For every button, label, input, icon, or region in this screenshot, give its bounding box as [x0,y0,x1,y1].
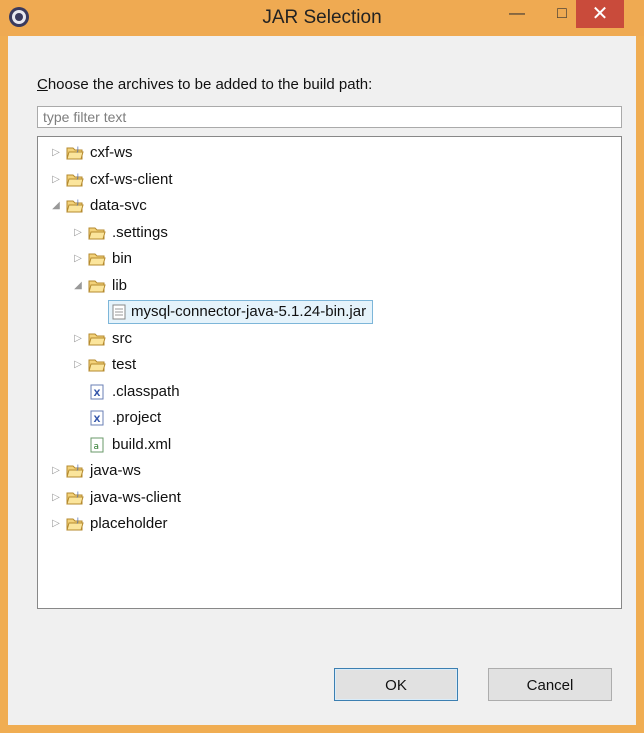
tree-item[interactable]: ▷ Jcxf-ws [50,141,570,165]
project-icon: J [66,198,84,214]
svg-text:a: a [94,442,100,452]
tree-item-label: bin [112,250,133,267]
archive-tree[interactable]: ▷ Jcxf-ws ▷ Jcxf-ws-client ◢ Jdata-svc ▷ .setti… [37,136,622,609]
collapsed-arrow-icon[interactable]: ▷ [72,327,84,351]
tree-item-label: java-ws [90,462,141,479]
close-button[interactable]: ✕ [576,0,624,28]
tree-item[interactable]: ▷ src [72,327,592,351]
folder-icon [88,251,106,267]
collapsed-arrow-icon[interactable]: ▷ [72,353,84,377]
tree-item-label: .classpath [112,382,180,400]
xml-file-icon: X [88,384,106,400]
svg-text:J: J [76,173,79,180]
tree-item[interactable]: ▷ .settings [72,221,592,245]
svg-text:J: J [76,464,79,471]
tree-item-label: mysql-connector-java-5.1.24-bin.jar [108,300,374,324]
project-icon: J [66,145,84,161]
maximize-button[interactable]: □ [548,0,576,28]
folder-icon [88,357,106,373]
collapsed-arrow-icon[interactable]: ▷ [72,247,84,271]
tree-item-label: cxf-ws-client [90,170,173,188]
svg-text:J: J [76,199,79,206]
minimize-button[interactable]: — [503,0,531,28]
tree-item[interactable]: ▷ test [72,353,592,377]
tree-item[interactable]: a build.xml [72,433,592,457]
tree-item-label: .settings [112,223,168,241]
cancel-button[interactable]: Cancel [488,668,612,701]
instruction-label: Choose the archives to be added to the b… [37,76,372,93]
expanded-arrow-icon[interactable]: ◢ [50,194,62,218]
folder-icon [88,225,106,241]
collapsed-arrow-icon[interactable]: ▷ [50,168,62,192]
expanded-arrow-icon[interactable]: ◢ [72,274,84,298]
tree-item[interactable]: ◢ Jdata-svc [50,194,570,218]
ok-button[interactable]: OK [334,668,458,701]
folder-icon [88,278,106,294]
tree-item-label: test [112,356,137,373]
svg-text:X: X [94,415,101,425]
tree-item[interactable]: X .classpath [72,380,592,404]
xml-file-icon: X [88,410,106,426]
ant-file-icon: a [88,437,106,453]
svg-text:J: J [76,491,79,498]
jar-selection-window: JAR Selection — □ ✕ Choose the archives … [0,0,644,733]
tree-item[interactable]: mysql-connector-java-5.1.24-bin.jar [94,300,614,324]
tree-item-label: .project [112,409,162,426]
tree-item[interactable]: ◢ lib [72,274,592,298]
tree-item[interactable]: ▷ Jjava-ws [50,459,570,483]
collapsed-arrow-icon[interactable]: ▷ [50,486,62,510]
tree-item[interactable]: ▷ Jcxf-ws-client [50,168,570,192]
tree-item-label: lib [112,276,128,294]
collapsed-arrow-icon[interactable]: ▷ [50,512,62,536]
collapsed-arrow-icon[interactable]: ▷ [50,459,62,483]
collapsed-arrow-icon[interactable]: ▷ [72,221,84,245]
dialog-body: Choose the archives to be added to the b… [8,36,636,725]
project-icon: J [66,490,84,506]
collapsed-arrow-icon[interactable]: ▷ [50,141,62,165]
project-icon: J [66,172,84,188]
title-bar[interactable]: JAR Selection — □ ✕ [0,0,644,36]
instruction-text: hoose the archives to be added to the bu… [47,76,373,93]
tree-item[interactable]: ▷ bin [72,247,592,271]
folder-icon [88,331,106,347]
jar-file-icon [110,304,128,320]
project-icon: J [66,463,84,479]
tree-item-label: src [112,329,132,347]
tree-item-label: placeholder [90,515,168,532]
svg-text:X: X [94,389,101,399]
tree-item[interactable]: ▷ Jplaceholder [50,512,570,536]
tree-item-label: cxf-ws [90,144,133,161]
svg-text:J: J [76,517,79,524]
project-icon: J [66,516,84,532]
tree-item-label: data-svc [90,197,147,214]
tree-item-label: build.xml [112,435,172,453]
tree-item[interactable]: ▷ Jjava-ws-client [50,486,570,510]
filter-input[interactable] [37,106,622,128]
svg-text:J: J [76,146,79,153]
tree-item[interactable]: X .project [72,406,592,430]
tree-item-label: java-ws-client [90,488,181,506]
button-bar: OK Cancel [8,668,636,708]
mnemonic-char: C [37,76,48,93]
